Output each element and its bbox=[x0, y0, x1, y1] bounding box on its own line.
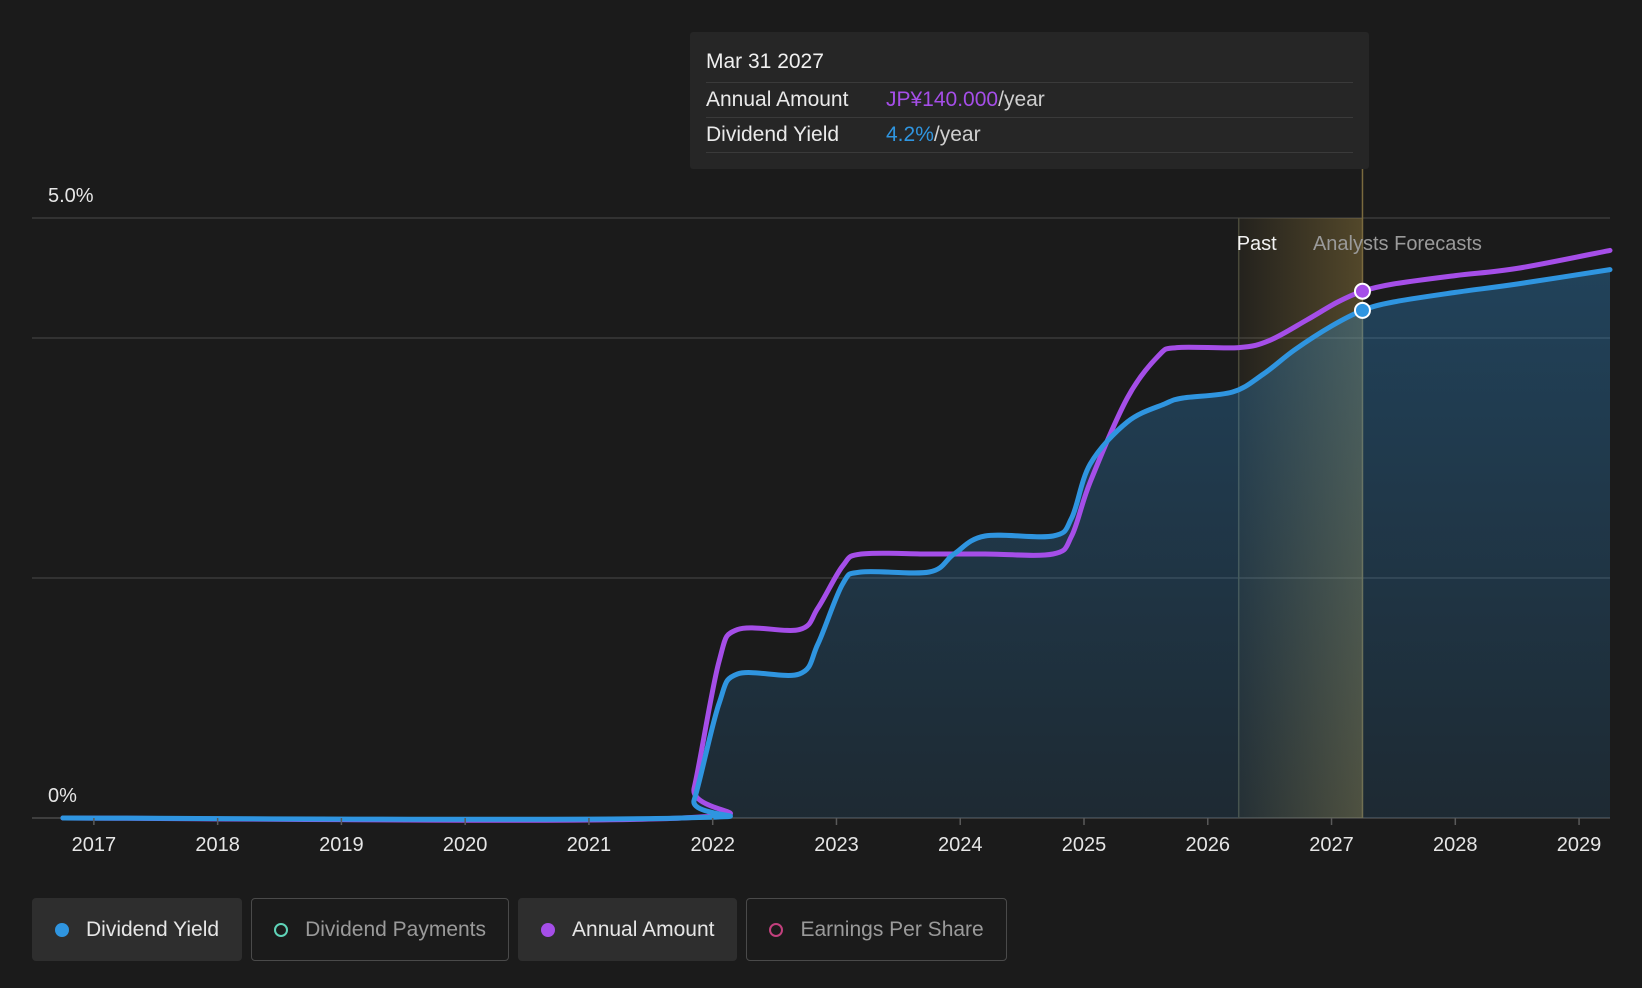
legend-toggle-annual-amount[interactable]: Annual Amount bbox=[518, 898, 738, 961]
legend-toggle-earnings-per-share[interactable]: Earnings Per Share bbox=[746, 898, 1007, 961]
legend-label: Dividend Yield bbox=[86, 917, 220, 941]
tooltip-unit: /year bbox=[998, 88, 1045, 111]
tooltip-row-annual-amount: Annual Amount JP¥140.000 /year bbox=[706, 83, 1353, 118]
y-tick-label: 5.0% bbox=[48, 185, 94, 207]
tooltip-label: Annual Amount bbox=[706, 88, 849, 111]
tooltip-row-dividend-yield: Dividend Yield 4.2% /year bbox=[706, 118, 1353, 153]
x-tick-label: 2023 bbox=[814, 834, 859, 856]
tooltip-label: Dividend Yield bbox=[706, 123, 840, 146]
x-tick-label: 2020 bbox=[443, 834, 488, 856]
x-tick-label: 2029 bbox=[1557, 834, 1602, 856]
tooltip-date: Mar 31 2027 bbox=[706, 46, 1353, 83]
x-tick-label: 2018 bbox=[195, 834, 240, 856]
dividend-yield-area bbox=[62, 269, 1611, 820]
legend-toggle-dividend-payments[interactable]: Dividend Payments bbox=[251, 898, 510, 961]
filled-dot-icon bbox=[55, 922, 69, 937]
chart-tooltip: Mar 31 2027 Annual Amount JP¥140.000 /ye… bbox=[690, 32, 1369, 169]
tooltip-value: 4.2% bbox=[886, 123, 934, 146]
legend-label: Earnings Per Share bbox=[800, 917, 984, 941]
past-label: Past bbox=[1237, 233, 1277, 255]
tooltip-unit: /year bbox=[933, 123, 981, 146]
annual-amount-marker bbox=[1353, 282, 1371, 300]
x-tick-label: 2028 bbox=[1433, 834, 1478, 856]
dividend-yield-marker bbox=[1353, 301, 1371, 319]
hollow-dot-icon bbox=[769, 922, 784, 937]
tooltip-value: JP¥140.000 bbox=[886, 88, 999, 111]
legend-label: Dividend Payments bbox=[305, 917, 487, 941]
hollow-dot-icon bbox=[274, 922, 289, 937]
x-tick-label: 2027 bbox=[1309, 834, 1354, 856]
x-tick-label: 2017 bbox=[72, 834, 117, 856]
x-tick-label: 2022 bbox=[690, 834, 735, 856]
x-tick-label: 2024 bbox=[938, 834, 983, 856]
dividend-chart-view: 5.0% 0% Past Analysts Forecasts 2017 2018 2019… bbox=[0, 0, 1642, 988]
chart-legend: Dividend Yield Dividend Payments Annual … bbox=[32, 898, 1007, 961]
forecast-label: Analysts Forecasts bbox=[1313, 233, 1482, 255]
filled-dot-icon bbox=[541, 922, 556, 937]
legend-label: Annual Amount bbox=[572, 917, 715, 941]
y-tick-label: 0% bbox=[48, 785, 77, 807]
legend-toggle-dividend-yield[interactable]: Dividend Yield bbox=[32, 898, 243, 961]
x-tick-label: 2019 bbox=[319, 834, 364, 856]
x-tick-label: 2021 bbox=[567, 834, 612, 856]
x-tick-label: 2026 bbox=[1186, 834, 1231, 856]
x-tick-label: 2025 bbox=[1062, 834, 1107, 856]
